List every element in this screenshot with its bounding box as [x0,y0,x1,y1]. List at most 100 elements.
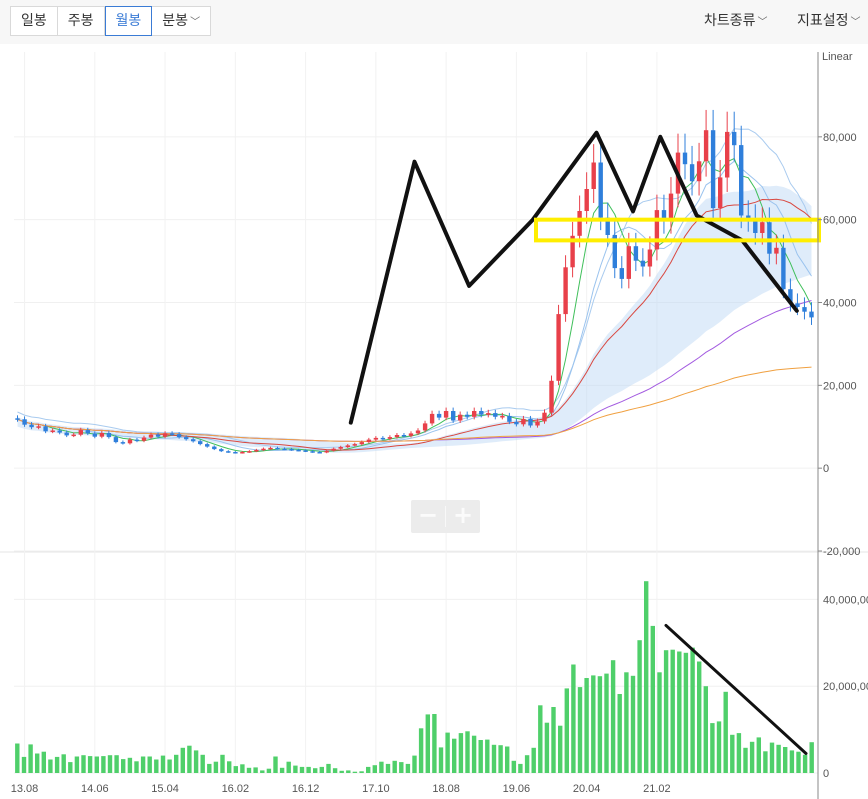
candle-body [352,444,357,446]
volume-bar [332,768,338,773]
candle-body [781,247,786,290]
volume-bar [518,763,523,773]
candle-body [507,416,512,422]
volume-bar [260,770,265,773]
volume-bar [346,770,351,773]
candle-body [92,433,97,437]
candle-body [212,446,217,450]
candle-body [591,162,596,189]
candle-body [486,413,491,415]
volume-bar [200,754,205,773]
volume-bar [657,672,662,773]
zoom-in-button[interactable]: + [446,500,480,533]
candle-body [703,130,709,162]
zoom-out-button[interactable]: − [411,500,445,533]
volume-bar [220,754,225,773]
candle-body [71,434,76,437]
tab-minute[interactable]: 분봉 ﹀ [152,7,210,35]
volume-bar [279,767,285,773]
volume-bar [558,725,563,773]
volume-bar [730,734,735,773]
volume-bar [101,756,106,773]
volume-bar [412,755,417,773]
candle-body [472,411,477,417]
tab-weekly[interactable]: 주봉 [58,7,105,35]
volume-bar [703,686,708,773]
volume-bar [273,756,278,773]
chevron-down-icon: ﹀ [850,17,861,28]
volume-bar [564,688,569,773]
x-tick-label: 21.02 [643,783,671,795]
volume-bar [723,691,728,773]
candle-body [247,451,252,453]
candle-body [331,448,336,451]
chart-type-label: 차트종류 [704,13,756,29]
period-tabs: 일봉 주봉 월봉 분봉 ﹀ [10,6,212,36]
volume-bar [366,766,371,773]
candle-body [373,437,379,440]
x-tick-label: 20.04 [573,783,601,795]
candle-body [184,437,189,440]
volume-bar [140,756,146,773]
candle-body [710,130,716,209]
candle-body [542,412,547,422]
volume-bar [478,740,483,773]
volume-bar [591,675,596,773]
candle-body [549,380,554,413]
price-tick-label: 80,000 [823,132,857,144]
volume-bar [425,714,430,773]
candle-body [774,247,779,254]
volume-bar [544,722,550,773]
volume-bar [485,739,490,773]
volume-bar [491,744,497,773]
volume-bar [710,723,715,773]
volume-bar [471,735,477,773]
x-tick-label: 14.06 [81,783,109,795]
volume-bar [637,640,642,773]
volume-bar [432,714,437,773]
volume-bar [121,759,126,773]
indicator-settings-menu[interactable]: 지표설정 ﹀ [797,10,861,30]
volume-bar [458,733,464,773]
volume-bar [756,737,761,773]
candle-body [240,452,245,454]
candle-body [689,164,695,182]
volume-bar [127,757,133,773]
candle-body [113,437,119,443]
candle-body [254,449,259,452]
chart-grid [0,52,868,774]
volume-bar [802,754,808,773]
tab-monthly[interactable]: 월봉 [104,6,153,36]
chart-type-menu[interactable]: 차트종류 ﹀ [704,10,768,30]
volume-bar [438,747,444,773]
candle-body [191,439,196,442]
volume-bar [749,741,755,773]
volume-bar [736,733,742,773]
volume-bar [392,760,397,773]
volume-bar [379,761,384,773]
volume-bar [299,766,305,773]
candle-body [401,435,407,437]
candle-body [366,439,372,443]
tab-daily[interactable]: 일봉 [11,7,58,35]
volume-bar [663,650,669,773]
price-tick-label: 40,000 [823,298,857,310]
candle-body [598,162,603,218]
volume-bar [697,661,702,773]
candle-body [535,421,540,426]
candle-body [696,161,702,182]
candle-body [99,433,105,437]
candle-body [465,414,470,417]
volume-bar [610,660,616,773]
volume-bar [763,751,768,773]
candle-body [85,430,90,434]
stock-chart[interactable]: 80,000 60,000 40,000 20,000 0 -20,000 40,000,0… [0,44,868,799]
candle-body [43,426,48,432]
x-tick-label: 13.08 [11,783,39,795]
candle-body [22,419,27,425]
candle-body [429,413,435,424]
volume-tick-label: 20,000,000 [823,681,868,693]
candle-body [647,249,653,267]
candle-body [422,423,428,431]
candle-body [50,430,55,432]
